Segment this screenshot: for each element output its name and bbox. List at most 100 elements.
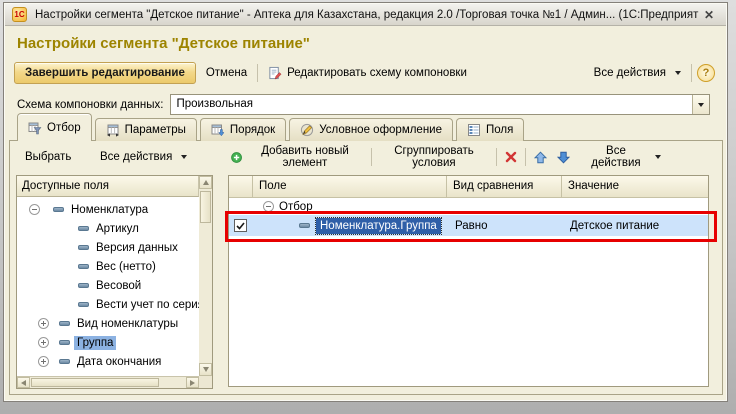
tab-strip: Отбор Параметры Порядок bbox=[17, 113, 524, 141]
condition-checkbox-cell bbox=[229, 215, 253, 236]
tree-item-artikul[interactable]: Артикул bbox=[17, 219, 199, 238]
filter-group-row[interactable]: Отбор bbox=[229, 198, 708, 215]
tree-item-ves-netto[interactable]: Вес (нетто) bbox=[17, 257, 199, 276]
field-icon bbox=[299, 223, 310, 228]
tree-item-label: Номенклатура bbox=[68, 203, 151, 217]
condition-field-value: Номенклатура.Группа bbox=[316, 218, 441, 234]
schema-combobox[interactable]: Произвольная bbox=[170, 94, 710, 115]
condition-checkbox[interactable] bbox=[234, 219, 247, 232]
collapse-icon[interactable] bbox=[29, 204, 40, 215]
condition-field-cell[interactable]: Номенклатура.Группа bbox=[253, 215, 447, 236]
add-element-button[interactable]: Добавить новый элемент bbox=[229, 143, 365, 171]
move-up-icon bbox=[534, 151, 547, 164]
condition-value-cell[interactable]: Детское питание bbox=[562, 215, 708, 236]
all-actions-button-filter[interactable]: Все действия bbox=[584, 143, 663, 171]
tab-poryadok[interactable]: Порядок bbox=[200, 118, 286, 141]
group-conditions-button-label: Сгруппировать условия bbox=[380, 145, 488, 169]
scroll-down-icon bbox=[203, 367, 209, 372]
scroll-down-button[interactable] bbox=[199, 363, 212, 376]
field-icon bbox=[59, 321, 70, 326]
checkmark-icon bbox=[236, 222, 245, 230]
tree-item-vid-nomenklatury[interactable]: Вид номенклатуры bbox=[17, 314, 199, 333]
tree-item-gruppa[interactable]: Группа bbox=[17, 333, 199, 352]
cancel-button-label: Отмена bbox=[206, 67, 247, 79]
tree-item-label: Дата окончания bbox=[74, 355, 164, 369]
filter-tab-panel: Выбрать Все действия Добавить новый элем… bbox=[9, 140, 723, 395]
available-fields-header: Доступные поля bbox=[17, 176, 199, 197]
add-element-button-label: Добавить новый элемент bbox=[247, 145, 363, 169]
chevron-down-icon bbox=[655, 155, 661, 159]
tree-item-versiya-dannyh[interactable]: Версия данных bbox=[17, 238, 199, 257]
toolbar-separator bbox=[496, 148, 497, 166]
help-icon: ? bbox=[703, 67, 710, 79]
toolbar-separator bbox=[525, 148, 526, 166]
tab-polya-label: Поля bbox=[486, 124, 513, 136]
toolbar-separator bbox=[257, 64, 258, 82]
edit-schema-button[interactable]: Редактировать схему компоновки bbox=[263, 62, 472, 84]
tab-parametry-label: Параметры bbox=[125, 124, 186, 136]
scroll-right-button[interactable] bbox=[186, 377, 199, 388]
cancel-button[interactable]: Отмена bbox=[201, 63, 252, 83]
field-icon bbox=[78, 264, 89, 269]
conditional-formatting-tab-icon bbox=[300, 123, 314, 137]
tree-item-label: Весовой bbox=[93, 279, 144, 293]
horizontal-scroll-thumb[interactable] bbox=[31, 378, 159, 387]
horizontal-scrollbar[interactable] bbox=[17, 376, 199, 388]
select-button[interactable]: Выбрать bbox=[23, 149, 73, 165]
schema-combobox-dropdown-button[interactable] bbox=[692, 95, 709, 114]
tab-otbor-label: Отбор bbox=[47, 122, 81, 134]
condition-comparison-cell[interactable]: Равно bbox=[447, 215, 562, 236]
all-actions-button-fields[interactable]: Все действия bbox=[98, 149, 189, 165]
finish-editing-button[interactable]: Завершить редактирование bbox=[14, 62, 196, 84]
move-up-button[interactable] bbox=[532, 149, 549, 166]
group-row-label: Отбор bbox=[279, 201, 313, 213]
tab-polya[interactable]: Поля bbox=[456, 118, 524, 141]
expand-icon[interactable] bbox=[38, 318, 49, 329]
close-icon[interactable]: ✕ bbox=[699, 7, 719, 23]
filter-conditions-table: Поле Вид сравнения Значение Отбор bbox=[228, 175, 709, 387]
field-icon bbox=[78, 302, 89, 307]
window-titlebar: 1С Настройки сегмента "Детское питание" … bbox=[5, 4, 726, 26]
collapse-icon[interactable] bbox=[263, 201, 274, 212]
field-icon bbox=[78, 283, 89, 288]
tree-item-nomenklatura[interactable]: Номенклатура bbox=[17, 200, 199, 219]
move-down-button[interactable] bbox=[555, 149, 572, 166]
group-conditions-button[interactable]: Сгруппировать условия bbox=[378, 143, 490, 171]
1c-app-icon: 1С bbox=[12, 7, 27, 22]
field-icon bbox=[78, 226, 89, 231]
tree-item-label: Группа bbox=[74, 336, 116, 350]
tree-item-label: Артикул bbox=[93, 222, 142, 236]
scroll-left-button[interactable] bbox=[17, 377, 30, 388]
tree-item-label: Версия данных bbox=[93, 241, 181, 255]
scroll-up-button[interactable] bbox=[199, 176, 212, 189]
scroll-right-icon bbox=[190, 380, 195, 386]
vertical-scrollbar[interactable] bbox=[199, 176, 212, 376]
schema-combobox-value: Произвольная bbox=[171, 95, 692, 114]
app-icon-text: 1С bbox=[14, 10, 24, 19]
tab-uslovnoe-oformlenie-label: Условное оформление bbox=[319, 124, 442, 136]
tree-item-data-okonchaniya[interactable]: Дата окончания bbox=[17, 352, 199, 371]
tab-poryadok-label: Порядок bbox=[230, 124, 275, 136]
vertical-scroll-thumb[interactable] bbox=[200, 191, 211, 223]
tab-uslovnoe-oformlenie[interactable]: Условное оформление bbox=[289, 118, 453, 141]
help-button[interactable]: ? bbox=[697, 64, 715, 82]
field-icon bbox=[78, 245, 89, 250]
header-cell-pole: Поле bbox=[253, 176, 447, 197]
tree-item-vesovoj[interactable]: Весовой bbox=[17, 276, 199, 295]
tree-item-vesti-uchet-po-seriyam[interactable]: Вести учет по сериям bbox=[17, 295, 199, 314]
all-actions-label: Все действия bbox=[100, 151, 172, 163]
expand-icon[interactable] bbox=[38, 337, 49, 348]
page-title: Настройки сегмента "Детское питание" bbox=[17, 35, 310, 52]
all-actions-button-form[interactable]: Все действия bbox=[589, 63, 686, 83]
header-cell-checkbox bbox=[229, 176, 253, 197]
available-fields-tree: Номенклатура Артикул Версия данных Вес (… bbox=[17, 197, 199, 376]
parameters-tab-icon bbox=[106, 123, 120, 137]
tab-otbor[interactable]: Отбор bbox=[17, 113, 92, 141]
toolbar-separator bbox=[691, 64, 692, 82]
select-button-label: Выбрать bbox=[25, 151, 71, 163]
order-tab-icon bbox=[211, 123, 225, 137]
delete-button[interactable] bbox=[503, 149, 519, 165]
condition-row[interactable]: Номенклатура.Группа Равно Детское питани… bbox=[229, 215, 708, 236]
tab-parametry[interactable]: Параметры bbox=[95, 118, 197, 141]
expand-icon[interactable] bbox=[38, 356, 49, 367]
